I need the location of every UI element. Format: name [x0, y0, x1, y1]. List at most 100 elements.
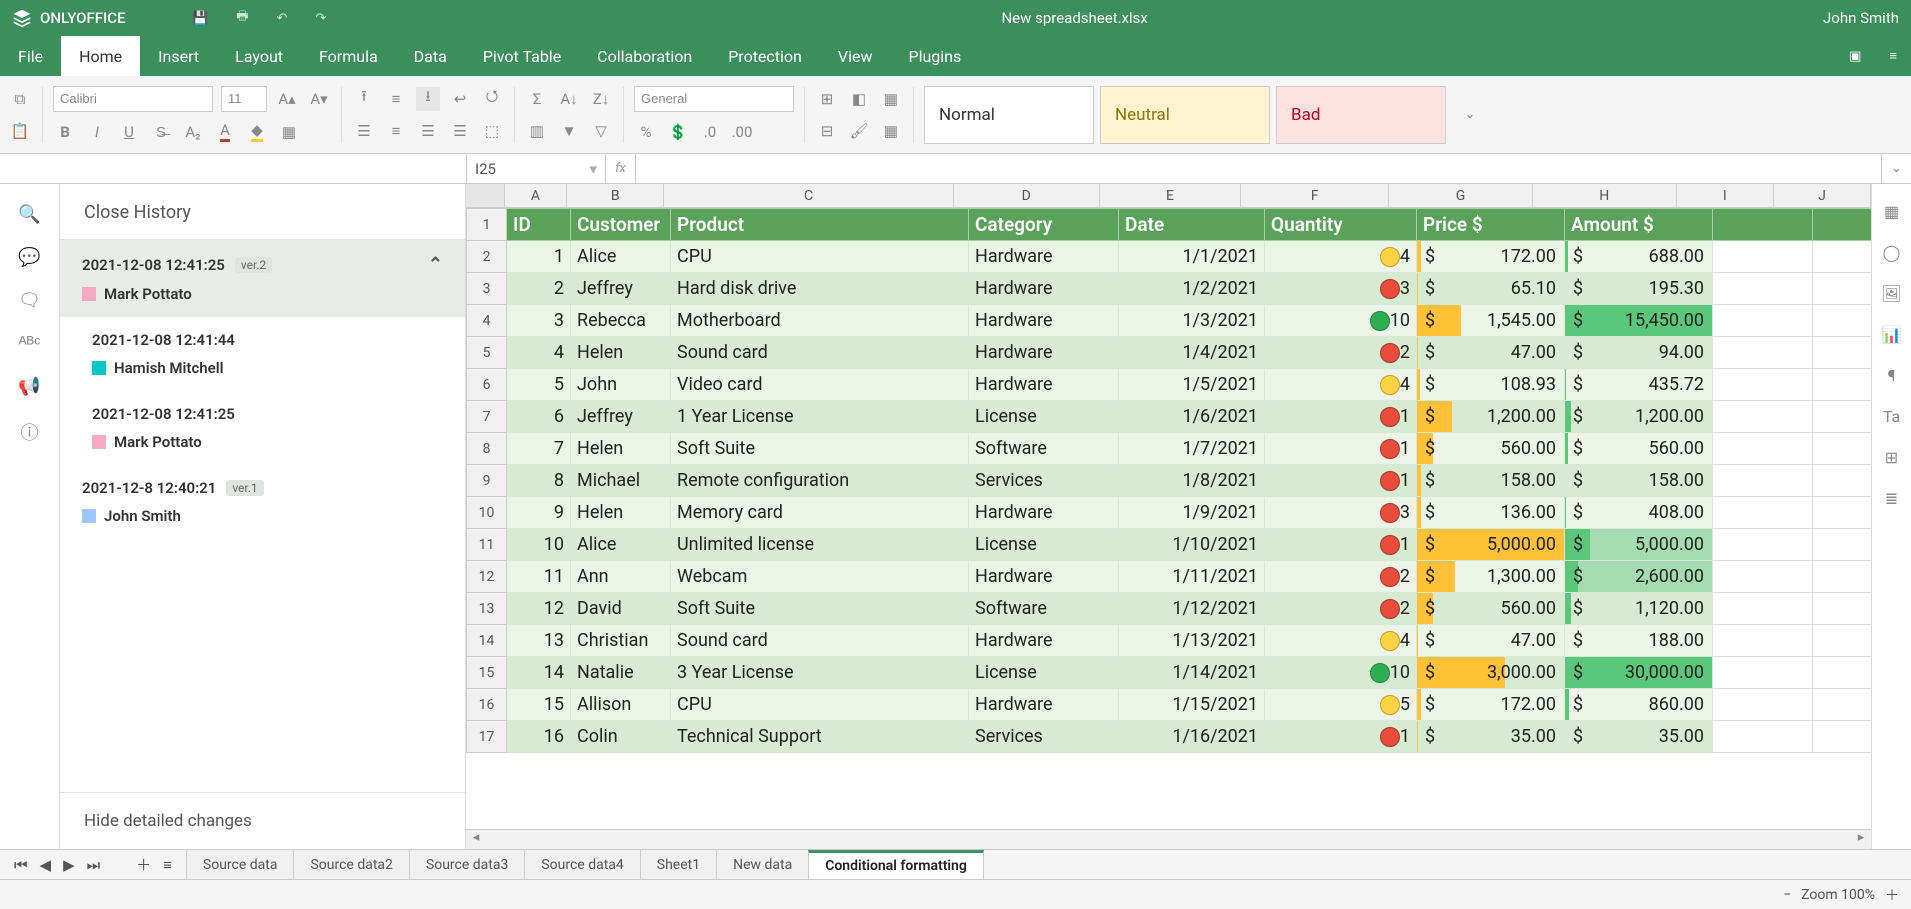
cell-quantity[interactable]: 3: [1265, 497, 1417, 529]
table-row[interactable]: 1716ColinTechnical SupportServices1/16/2…: [467, 721, 1872, 753]
cell-id[interactable]: 16: [507, 721, 571, 753]
info-icon[interactable]: ⓘ: [21, 419, 39, 445]
header-cell[interactable]: Date: [1119, 209, 1265, 241]
row-header[interactable]: 12: [467, 561, 507, 593]
chat-icon[interactable]: 🗨: [18, 290, 41, 311]
align-top-icon[interactable]: ⭱: [352, 87, 376, 111]
row-header[interactable]: 4: [467, 305, 507, 337]
cell-product[interactable]: Remote configuration: [671, 465, 969, 497]
underline-icon[interactable]: U: [117, 120, 141, 144]
header-cell[interactable]: Product: [671, 209, 969, 241]
cell-quantity[interactable]: 1: [1265, 529, 1417, 561]
cell-amount[interactable]: $35.00: [1565, 721, 1713, 753]
align-justify-icon[interactable]: ☰: [448, 119, 472, 143]
cell-amount[interactable]: $195.30: [1565, 273, 1713, 305]
cell-customer[interactable]: John: [571, 369, 671, 401]
sheet-tab[interactable]: Sheet1: [640, 850, 717, 879]
print-icon[interactable]: 🖶: [236, 7, 248, 29]
history-close[interactable]: Close History: [60, 184, 465, 239]
row-header[interactable]: 9: [467, 465, 507, 497]
cell-price[interactable]: $1,545.00: [1417, 305, 1565, 337]
cell-product[interactable]: Unlimited license: [671, 529, 969, 561]
cell-date[interactable]: 1/13/2021: [1119, 625, 1265, 657]
column-header[interactable]: B: [567, 184, 664, 207]
cell-product[interactable]: Sound card: [671, 337, 969, 369]
cell-category[interactable]: Services: [969, 721, 1119, 753]
sheet-add-icon[interactable]: ＋: [136, 854, 151, 875]
empty-cell[interactable]: [1813, 305, 1872, 337]
cell-date[interactable]: 1/16/2021: [1119, 721, 1265, 753]
cell-price[interactable]: $560.00: [1417, 593, 1565, 625]
font-color-icon[interactable]: A: [213, 120, 237, 144]
cell-amount[interactable]: $158.00: [1565, 465, 1713, 497]
empty-cell[interactable]: [1713, 561, 1813, 593]
cell-quantity[interactable]: 1: [1265, 465, 1417, 497]
cell-price[interactable]: $65.10: [1417, 273, 1565, 305]
cell-quantity[interactable]: 5: [1265, 689, 1417, 721]
pivot-settings-icon[interactable]: ⊞: [1885, 448, 1898, 467]
cell-category[interactable]: Software: [969, 433, 1119, 465]
empty-cell[interactable]: [1713, 721, 1813, 753]
align-right-icon[interactable]: ☰: [416, 119, 440, 143]
table-row[interactable]: 43RebeccaMotherboardHardware1/3/202110$1…: [467, 305, 1872, 337]
cell-amount[interactable]: $1,200.00: [1565, 401, 1713, 433]
cell-quantity[interactable]: 1: [1265, 433, 1417, 465]
table-row[interactable]: 54HelenSound cardHardware1/4/20212$47.00…: [467, 337, 1872, 369]
cell-quantity[interactable]: 4: [1265, 241, 1417, 273]
cell-customer[interactable]: Helen: [571, 497, 671, 529]
empty-cell[interactable]: [1813, 689, 1872, 721]
table-row[interactable]: 1312DavidSoft SuiteSoftware1/12/20212$56…: [467, 593, 1872, 625]
cell-date[interactable]: 1/4/2021: [1119, 337, 1265, 369]
sum-icon[interactable]: Σ: [525, 87, 549, 111]
tab-formula[interactable]: Formula: [301, 36, 396, 76]
cell-quantity[interactable]: 10: [1265, 657, 1417, 689]
cell-id[interactable]: 6: [507, 401, 571, 433]
cell-product[interactable]: Soft Suite: [671, 593, 969, 625]
cell-amount[interactable]: $5,000.00: [1565, 529, 1713, 561]
empty-cell[interactable]: [1813, 561, 1872, 593]
cell-quantity[interactable]: 1: [1265, 401, 1417, 433]
history-item[interactable]: 2021-12-08 12:41:25ver.2⌃Mark Pottato: [60, 240, 465, 317]
empty-cell[interactable]: [1713, 369, 1813, 401]
cell-id[interactable]: 13: [507, 625, 571, 657]
cell-date[interactable]: 1/6/2021: [1119, 401, 1265, 433]
tab-collaboration[interactable]: Collaboration: [579, 36, 710, 76]
erase-icon[interactable]: ◧: [847, 87, 871, 111]
empty-cell[interactable]: [1713, 337, 1813, 369]
sheet-last-icon[interactable]: ⏭: [87, 856, 101, 874]
fill-icon[interactable]: ▥: [525, 119, 549, 143]
dec-increase-icon[interactable]: .00: [730, 120, 754, 144]
cell-price[interactable]: $136.00: [1417, 497, 1565, 529]
table-template-icon[interactable]: ▦: [879, 119, 903, 143]
empty-cell[interactable]: [1713, 593, 1813, 625]
sheet-list-icon[interactable]: ≡: [163, 856, 172, 874]
cell-amount[interactable]: $94.00: [1565, 337, 1713, 369]
empty-cell[interactable]: [1813, 529, 1872, 561]
header-cell[interactable]: ID: [507, 209, 571, 241]
shape-settings-icon[interactable]: ◯: [1883, 243, 1901, 262]
cell-date[interactable]: 1/10/2021: [1119, 529, 1265, 561]
cell-price[interactable]: $35.00: [1417, 721, 1565, 753]
empty-cell[interactable]: [1713, 625, 1813, 657]
cell-product[interactable]: 3 Year License: [671, 657, 969, 689]
header-cell[interactable]: Amount $: [1565, 209, 1713, 241]
chart-settings-icon[interactable]: 📊: [1882, 325, 1902, 344]
column-header[interactable]: H: [1533, 184, 1677, 207]
cell-product[interactable]: CPU: [671, 241, 969, 273]
number-format-select[interactable]: [634, 86, 794, 112]
orientation-icon[interactable]: ⭯: [480, 87, 504, 111]
menu-icon[interactable]: ≡: [1875, 36, 1911, 76]
cell-product[interactable]: Technical Support: [671, 721, 969, 753]
sheet-first-icon[interactable]: ⏮: [14, 856, 28, 874]
table-row[interactable]: 1413ChristianSound cardHardware1/13/2021…: [467, 625, 1872, 657]
cell-customer[interactable]: Helen: [571, 433, 671, 465]
cell-id[interactable]: 9: [507, 497, 571, 529]
cell-amount[interactable]: $15,450.00: [1565, 305, 1713, 337]
row-header[interactable]: 15: [467, 657, 507, 689]
subsuper-icon[interactable]: A₂: [181, 120, 205, 144]
cell-quantity[interactable]: 2: [1265, 561, 1417, 593]
zoom-in-icon[interactable]: ＋: [1885, 885, 1899, 905]
wrap-text-icon[interactable]: ↩: [448, 87, 472, 111]
cell-date[interactable]: 1/5/2021: [1119, 369, 1265, 401]
cell-price[interactable]: $5,000.00: [1417, 529, 1565, 561]
